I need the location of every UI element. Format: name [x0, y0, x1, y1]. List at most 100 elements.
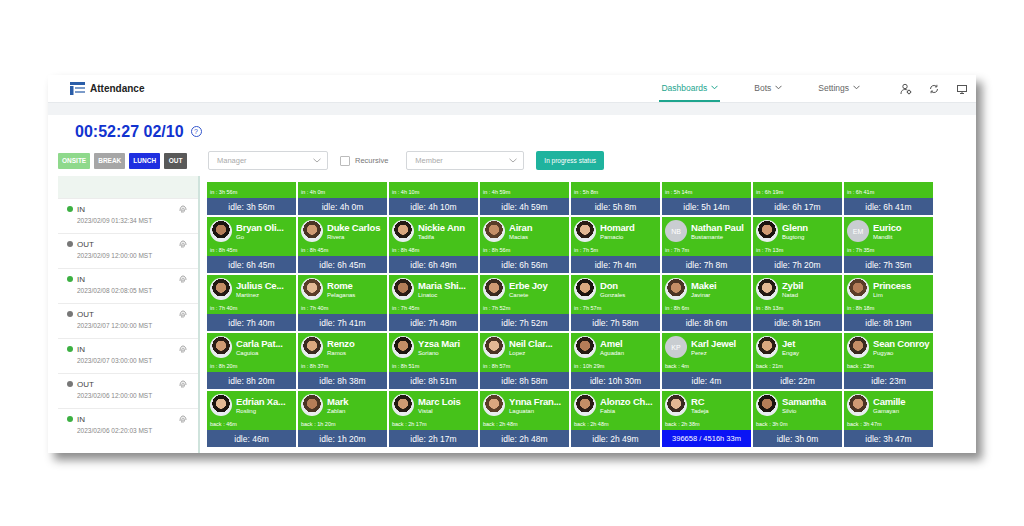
idle-meter: 396658 / 4516h 33m — [662, 430, 751, 447]
member-card[interactable]: Edrian Xa...Roslingback : 46midle: 46m — [207, 391, 296, 447]
member-card[interactable]: JetEngayback : 21midle: 22m — [753, 333, 842, 389]
card-header: Bryan Oli...Go — [210, 220, 293, 242]
status-button[interactable]: LUNCH — [129, 153, 160, 169]
member-card[interactable]: Bryan Oli...Goin : 8h 45midle: 6h 45m — [207, 217, 296, 273]
member-card[interactable]: HomardPamacioin : 7h 5midle: 7h 4m — [571, 217, 660, 273]
member-surname: Mandlit — [873, 233, 901, 241]
fingerprint-icon[interactable] — [178, 414, 188, 424]
nav-item[interactable]: Bots — [752, 75, 784, 102]
member-card[interactable]: Marc LoisVistalback : 2h 17midle: 2h 17m — [389, 391, 478, 447]
status-button[interactable]: OUT — [164, 153, 187, 169]
card-header: SamanthaSilvio — [756, 394, 839, 416]
member-card[interactable]: in : 4h 0midle: 4h 0m — [298, 182, 387, 215]
status-button[interactable]: ONSITE — [58, 153, 90, 169]
card-body: Alonzo Ch...Fabiaback : 2h 48m — [571, 391, 660, 430]
avatar-initials: KP — [665, 336, 687, 358]
avatar-photo — [210, 336, 232, 358]
member-card[interactable]: PrincessLimin : 8h 18midle: 8h 19m — [844, 275, 933, 331]
member-card[interactable]: in : 6h 41midle: 6h 41m — [844, 182, 933, 215]
fingerprint-icon[interactable] — [178, 309, 188, 319]
member-names: DonGonzales — [600, 278, 625, 299]
idle-meter: idle: 46m — [207, 430, 296, 447]
fingerprint-icon[interactable] — [178, 204, 188, 214]
card-body: Edrian Xa...Roslingback : 46m — [207, 391, 296, 430]
member-card[interactable]: Alonzo Ch...Fabiaback : 2h 48midle: 2h 4… — [571, 391, 660, 447]
refresh-icon[interactable] — [928, 83, 940, 95]
member-card[interactable]: AiranMaciasin : 8h 56midle: 6h 56m — [480, 217, 569, 273]
member-card[interactable]: RomePelaganasin : 7h 40midle: 7h 41m — [298, 275, 387, 331]
monitor-icon[interactable] — [956, 83, 968, 95]
member-card[interactable]: Maria Shi...Linatocin : 7h 45midle: 7h 4… — [389, 275, 478, 331]
member-status: in : 7h 5m — [574, 247, 657, 254]
card-header: GlennBugtong — [756, 220, 839, 242]
avatar-photo — [847, 394, 869, 416]
status-button[interactable]: BREAK — [94, 153, 125, 169]
member-names: Marc LoisVistal — [418, 394, 461, 415]
member-name: Nathan Paul — [691, 222, 744, 233]
member-card[interactable]: Carla Pat...Caguioain : 8h 20midle: 8h 2… — [207, 333, 296, 389]
member-card[interactable]: RCTadejaback : 2h 38m396658 / 4516h 33m — [662, 391, 751, 447]
member-card[interactable]: NBNathan PaulBustamantein : 7h 7midle: 7… — [662, 217, 751, 273]
member-names: RenzoRamos — [327, 336, 355, 357]
member-card[interactable]: RenzoRamosin : 8h 37midle: 8h 38m — [298, 333, 387, 389]
fingerprint-icon[interactable] — [178, 239, 188, 249]
card-body: RomePelaganasin : 7h 40m — [298, 275, 387, 314]
brand[interactable]: Attendance — [70, 82, 144, 95]
left-panel: ONSITEBREAKLUNCHOUTIN2023/02/09 01:32:34… — [48, 148, 200, 453]
member-name: Karl Jewel — [691, 338, 736, 349]
member-card[interactable]: in : 6h 19midle: 6h 17m — [753, 182, 842, 215]
card-header: RCTadeja — [665, 394, 748, 416]
checkbox-box[interactable] — [340, 156, 350, 166]
nav-item[interactable]: Dashboards — [659, 75, 720, 102]
member-select[interactable]: Member — [406, 151, 524, 170]
log-time: 2023/02/06 12:00:00 MST — [67, 392, 188, 399]
nav-label: Settings — [818, 83, 849, 93]
member-card[interactable]: Julius Ce...Martinezin : 7h 40midle: 7h … — [207, 275, 296, 331]
member-card[interactable]: Neil Clar...Lopezin : 8h 57midle: 8h 58m — [480, 333, 569, 389]
member-card[interactable]: Nickie AnnTadifain : 8h 48midle: 6h 49m — [389, 217, 478, 273]
idle-meter: idle: 2h 48m — [480, 430, 569, 447]
member-card[interactable]: in : 5h 8midle: 5h 8m — [571, 182, 660, 215]
recursive-checkbox[interactable]: Recursive — [340, 156, 388, 166]
member-card[interactable]: in : 5h 14midle: 5h 14m — [662, 182, 751, 215]
member-card[interactable]: ZybilNatadin : 8h 13midle: 8h 15m — [753, 275, 842, 331]
member-surname: Lopez — [509, 349, 553, 357]
idle-meter: idle: 8h 6m — [662, 314, 751, 331]
member-card[interactable]: Erbe JoyCanetein : 7h 52midle: 7h 52m — [480, 275, 569, 331]
idle-meter: idle: 4h 10m — [389, 198, 478, 215]
member-status: in : 8h 48m — [392, 247, 475, 254]
member-card[interactable]: EMEuricoMandlitin : 7h 35midle: 7h 35m — [844, 217, 933, 273]
help-icon[interactable]: ? — [191, 126, 202, 137]
member-card[interactable]: KPKarl JewelPerezback : 4midle: 4m — [662, 333, 751, 389]
member-surname: Bustamante — [691, 233, 744, 241]
member-card[interactable]: Sean ConroyPugyaoback : 23midle: 23m — [844, 333, 933, 389]
member-card[interactable]: in : 4h 59midle: 4h 59m — [480, 182, 569, 215]
member-surname: Martinez — [236, 291, 284, 299]
member-card[interactable]: AmelAguadanin : 10h 29midle: 10h 30m — [571, 333, 660, 389]
member-surname: Laguatan — [509, 407, 561, 415]
member-card[interactable]: CamilleGamayanback : 3h 47midle: 3h 47m — [844, 391, 933, 447]
fingerprint-icon[interactable] — [178, 344, 188, 354]
idle-meter: idle: 7h 58m — [571, 314, 660, 331]
member-card[interactable]: GlennBugtongin : 7h 13midle: 7h 20m — [753, 217, 842, 273]
member-status: in : 7h 45m — [392, 305, 475, 312]
log-time: 2023/02/08 02:08:05 MST — [67, 287, 188, 294]
status-dot — [67, 206, 73, 212]
nav-item[interactable]: Settings — [816, 75, 862, 102]
in-progress-button[interactable]: In progress status — [536, 151, 604, 170]
fingerprint-icon[interactable] — [178, 274, 188, 284]
member-card[interactable]: in : 4h 10midle: 4h 10m — [389, 182, 478, 215]
user-settings-icon[interactable] — [900, 83, 912, 95]
member-card[interactable]: in : 3h 56midle: 3h 56m — [207, 182, 296, 215]
manager-select[interactable]: Manager — [208, 151, 328, 170]
member-card[interactable]: Yzsa MariSorianoin : 8h 51midle: 8h 51m — [389, 333, 478, 389]
member-card[interactable]: Duke CarlosRiverain : 8h 45midle: 6h 45m — [298, 217, 387, 273]
member-names: Alonzo Ch...Fabia — [600, 394, 652, 415]
member-card[interactable]: Ynna Fran...Laguatanback : 2h 48midle: 2… — [480, 391, 569, 447]
card-body: Carla Pat...Caguioain : 8h 20m — [207, 333, 296, 372]
member-card[interactable]: SamanthaSilvioback : 3h 0midle: 3h 0m — [753, 391, 842, 447]
member-card[interactable]: DonGonzalesin : 7h 57midle: 7h 58m — [571, 275, 660, 331]
member-card[interactable]: MakeiJavinarin : 8h 6midle: 8h 6m — [662, 275, 751, 331]
fingerprint-icon[interactable] — [178, 379, 188, 389]
member-card[interactable]: MarkZablanback : 1h 20midle: 1h 20m — [298, 391, 387, 447]
